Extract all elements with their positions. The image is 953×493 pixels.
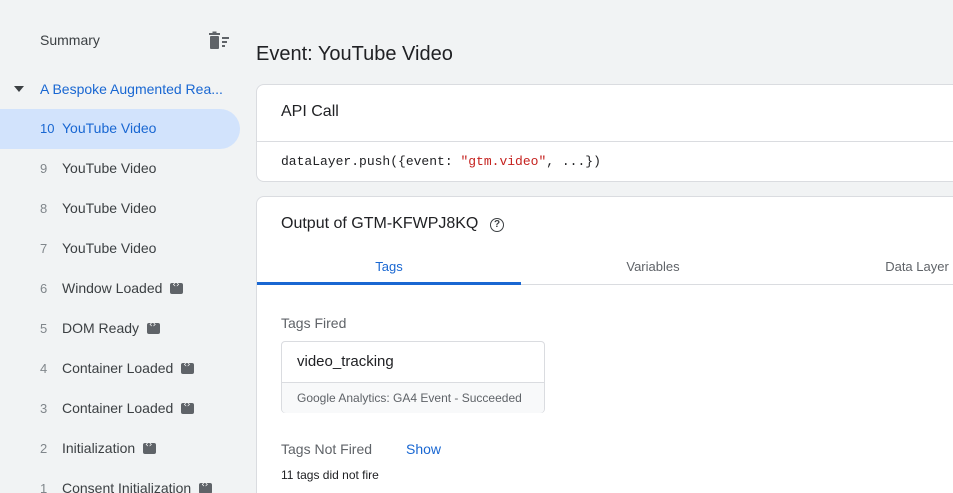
event-number: 10	[40, 121, 55, 136]
event-label: Consent Initialization	[62, 480, 213, 493]
event-label-text: YouTube Video	[62, 200, 157, 216]
output-title: Output of GTM-KFWPJ8KQ	[281, 215, 479, 232]
event-item[interactable]: 8 YouTube Video	[0, 189, 240, 229]
event-item[interactable]: 5 DOM Ready	[0, 309, 240, 349]
code-icon	[170, 280, 184, 294]
sidebar: Summary A Bespoke Augmented Rea... 10 You…	[0, 0, 248, 493]
divider	[257, 141, 953, 142]
event-list: 10 YouTube Video 9 YouTube Video 8 YouTube Vi…	[0, 109, 248, 493]
main-panel: Event: YouTube Video API Call dataLayer.…	[256, 0, 953, 493]
event-label-text: YouTube Video	[62, 160, 157, 176]
tab-tags[interactable]: Tags	[257, 259, 521, 274]
code-prefix: dataLayer.push({event:	[281, 154, 461, 169]
event-number: 4	[40, 361, 48, 376]
tag-status: Google Analytics: GA4 Event - Succeeded	[297, 391, 522, 405]
event-item[interactable]: 10 YouTube Video	[0, 109, 240, 149]
event-label: YouTube Video	[62, 200, 156, 216]
event-label: YouTube Video	[62, 120, 156, 136]
code-icon	[147, 320, 161, 334]
clear-messages-icon[interactable]	[207, 31, 231, 51]
event-number: 8	[40, 201, 48, 216]
tags-fired-heading: Tags Fired	[281, 315, 347, 331]
event-label-text: Container Loaded	[62, 360, 174, 376]
event-label-text: Consent Initialization	[62, 480, 192, 493]
event-number: 1	[40, 481, 48, 493]
event-label: Container Loaded	[62, 360, 195, 376]
code-suffix: , ...})	[546, 154, 601, 169]
event-label-text: YouTube Video	[62, 240, 157, 256]
event-label: Container Loaded	[62, 400, 195, 416]
api-call-card: API Call dataLayer.push({event: "gtm.vid…	[256, 84, 953, 182]
api-call-code: dataLayer.push({event: "gtm.video", ...}…	[281, 154, 601, 169]
event-item[interactable]: 6 Window Loaded	[0, 269, 240, 309]
event-number: 7	[40, 241, 48, 256]
event-item[interactable]: 4 Container Loaded	[0, 349, 240, 389]
event-label: Initialization	[62, 440, 157, 456]
summary-item[interactable]: Summary	[0, 22, 248, 60]
show-not-fired-button[interactable]: Show	[406, 441, 441, 457]
api-call-title: API Call	[281, 103, 339, 120]
fired-tag-card[interactable]: video_tracking Google Analytics: GA4 Eve…	[281, 341, 545, 413]
event-label-text: Window Loaded	[62, 280, 163, 296]
code-icon	[181, 400, 195, 414]
container-item[interactable]: A Bespoke Augmented Rea...	[0, 72, 248, 106]
container-label: A Bespoke Augmented Rea...	[40, 81, 223, 97]
event-number: 2	[40, 441, 48, 456]
event-label: YouTube Video	[62, 240, 156, 256]
event-item[interactable]: 2 Initialization	[0, 429, 240, 469]
code-icon	[143, 440, 157, 454]
output-tabs: Tags Variables Data Layer	[257, 249, 953, 285]
event-number: 6	[40, 281, 48, 296]
tab-data-layer[interactable]: Data Layer	[785, 259, 953, 274]
event-item[interactable]: 9 YouTube Video	[0, 149, 240, 189]
active-tab-indicator	[257, 282, 521, 285]
tag-footer: Google Analytics: GA4 Event - Succeeded	[282, 382, 544, 413]
code-string: "gtm.video"	[460, 154, 547, 169]
event-label-text: Container Loaded	[62, 400, 174, 416]
event-number: 5	[40, 321, 48, 336]
page-title: Event: YouTube Video	[256, 43, 453, 65]
tab-variables[interactable]: Variables	[521, 259, 785, 274]
event-label: YouTube Video	[62, 160, 156, 176]
not-fired-count: 11 tags did not fire	[281, 468, 379, 482]
summary-label: Summary	[40, 32, 100, 48]
caret-down-icon[interactable]	[14, 86, 24, 92]
tag-name: video_tracking	[297, 353, 394, 370]
event-label-text: Initialization	[62, 440, 136, 456]
event-label: Window Loaded	[62, 280, 184, 296]
code-icon	[199, 480, 213, 493]
tags-not-fired-heading: Tags Not Fired	[281, 441, 373, 457]
code-icon	[181, 360, 195, 374]
help-icon[interactable]: ?	[490, 218, 504, 232]
output-card: Output of GTM-KFWPJ8KQ ? Tags Variables …	[256, 196, 953, 493]
event-item[interactable]: 3 Container Loaded	[0, 389, 240, 429]
event-label: DOM Ready	[62, 320, 161, 336]
event-item[interactable]: 7 YouTube Video	[0, 229, 240, 269]
event-item[interactable]: 1 Consent Initialization	[0, 469, 240, 493]
event-number: 9	[40, 161, 48, 176]
event-label-text: YouTube Video	[62, 120, 157, 136]
event-number: 3	[40, 401, 48, 416]
event-label-text: DOM Ready	[62, 320, 140, 336]
